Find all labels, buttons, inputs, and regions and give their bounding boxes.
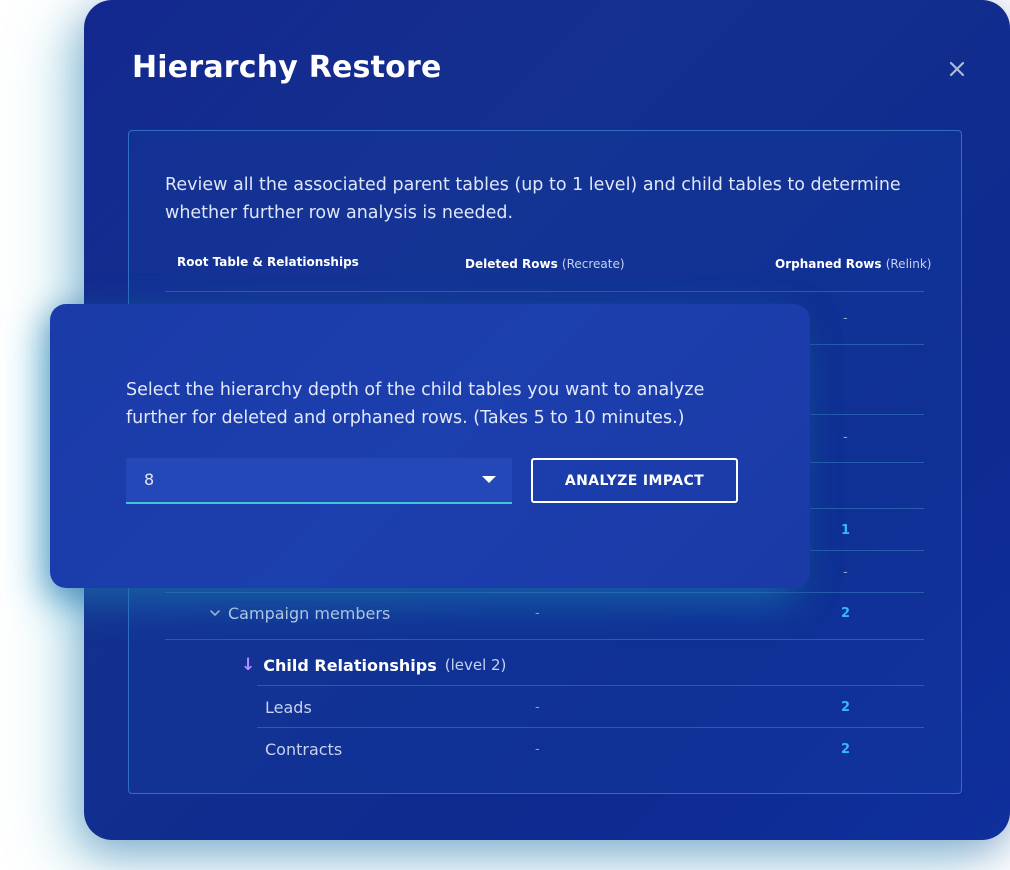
row-divider xyxy=(165,639,924,640)
leads-orphaned: 2 xyxy=(841,700,851,715)
chevron-down-icon[interactable] xyxy=(209,607,221,619)
header-deleted-sub: (Recreate) xyxy=(561,257,625,271)
header-orphaned-rows: Orphaned Rows (Relink) xyxy=(775,257,931,271)
header-root-label: Root Table & Relationships xyxy=(177,255,359,269)
hidden-row-orphaned: - xyxy=(843,565,848,580)
hidden-row-orphaned: - xyxy=(843,430,848,445)
hierarchy-depth-value: 8 xyxy=(144,470,155,489)
row-divider xyxy=(165,592,924,593)
hierarchy-depth-select[interactable]: 8 xyxy=(126,458,512,504)
hidden-row-orphaned: - xyxy=(843,311,848,326)
header-orphaned-sub: (Relink) xyxy=(885,257,932,271)
close-icon[interactable] xyxy=(946,58,968,80)
hidden-row-orphaned-count: 1 xyxy=(841,523,851,538)
close-icon-glyph xyxy=(949,61,965,77)
panel-description: Review all the associated parent tables … xyxy=(165,175,901,223)
header-deleted-rows: Deleted Rows (Recreate) xyxy=(465,257,625,271)
row-divider xyxy=(257,727,924,728)
arrow-down-icon: ↓ xyxy=(241,655,256,675)
campaign-members-deleted: - xyxy=(535,606,540,621)
row-divider xyxy=(165,291,924,292)
child-relationships-level: (level 2) xyxy=(444,656,507,674)
header-root-table: Root Table & Relationships xyxy=(177,255,359,269)
popup-description: Select the hierarchy depth of the child … xyxy=(126,380,705,428)
row-label-campaign-members[interactable]: Campaign members xyxy=(228,604,390,623)
campaign-members-orphaned: 2 xyxy=(841,606,851,621)
contracts-orphaned: 2 xyxy=(841,742,851,757)
dropdown-caret-icon xyxy=(482,476,496,483)
stage: Hierarchy Restore Review all the associa… xyxy=(0,0,1010,870)
analyze-impact-button[interactable]: ANALYZE IMPACT xyxy=(531,458,738,503)
depth-analysis-popup: Select the hierarchy depth of the child … xyxy=(50,304,810,588)
modal-title: Hierarchy Restore xyxy=(132,50,442,85)
child-relationships-header: ↓ Child Relationships (level 2) xyxy=(241,655,506,675)
header-deleted-label: Deleted Rows xyxy=(465,257,558,271)
row-label-leads[interactable]: Leads xyxy=(265,698,312,717)
header-orphaned-label: Orphaned Rows xyxy=(775,257,882,271)
contracts-deleted: - xyxy=(535,742,540,757)
child-relationships-label: Child Relationships xyxy=(263,655,437,675)
leads-deleted: - xyxy=(535,700,540,715)
row-label-contracts[interactable]: Contracts xyxy=(265,740,342,759)
row-divider xyxy=(257,685,924,686)
